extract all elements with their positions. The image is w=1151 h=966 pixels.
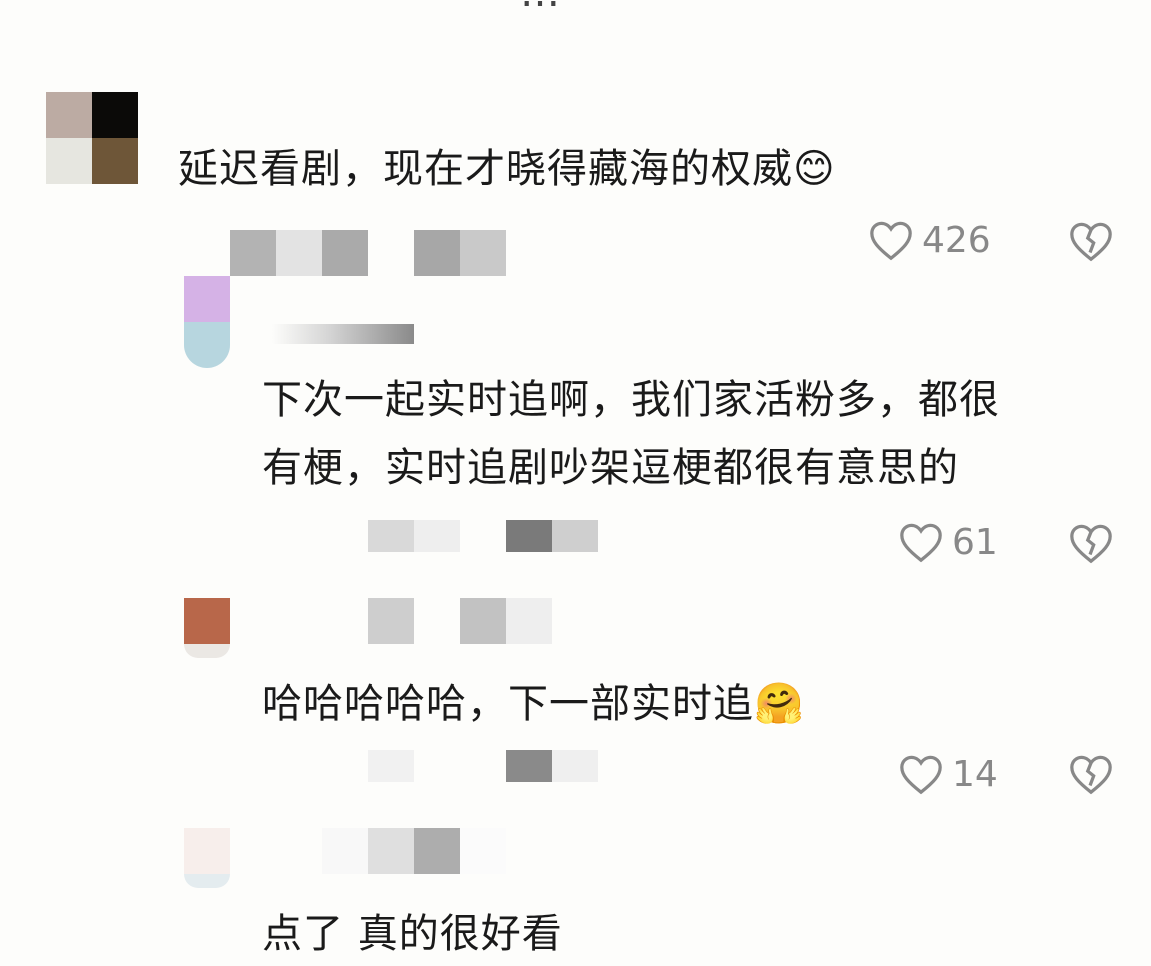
dislike-button[interactable] — [1068, 752, 1114, 800]
dislike-button[interactable] — [1068, 521, 1114, 569]
smile-emoji-icon: 😊 — [793, 146, 836, 192]
like-count: 61 — [952, 521, 998, 563]
comment-text: 哈哈哈哈哈，下一部实时追🤗 — [262, 681, 805, 727]
like-button[interactable]: 14 — [898, 752, 998, 796]
username-redacted — [368, 598, 552, 644]
comment-text: 延迟看剧，现在才晓得藏海的权威😊 — [178, 146, 836, 192]
heart-outline-icon — [870, 221, 912, 261]
comment-meta-redacted — [368, 750, 598, 782]
page-title: … — [520, 0, 560, 16]
avatar[interactable] — [184, 828, 230, 888]
comment-text: 有梗，实时追剧吵架逗梗都很有意思的 — [262, 445, 959, 491]
avatar[interactable] — [184, 276, 230, 368]
comment-text: 点了 真的很好看 — [262, 911, 563, 957]
like-button[interactable]: 426 — [868, 218, 991, 262]
heart-outline-icon — [900, 523, 942, 563]
hug-emoji-icon: 🤗 — [754, 681, 805, 727]
comment-meta-redacted — [368, 520, 598, 552]
like-button[interactable]: 61 — [898, 520, 998, 564]
avatar[interactable] — [184, 598, 230, 658]
broken-heart-icon — [1070, 755, 1112, 795]
dislike-button[interactable] — [1068, 219, 1114, 267]
broken-heart-icon — [1070, 222, 1112, 262]
username-redacted — [322, 828, 506, 874]
comment-text: 下次一起实时追啊，我们家活粉多，都很 — [262, 377, 1000, 423]
like-count: 426 — [922, 219, 991, 261]
username-redacted — [272, 324, 414, 344]
broken-heart-icon — [1070, 524, 1112, 564]
heart-outline-icon — [900, 755, 942, 795]
like-count: 14 — [952, 753, 998, 795]
comment-meta-redacted — [230, 230, 506, 276]
avatar[interactable] — [46, 92, 138, 184]
